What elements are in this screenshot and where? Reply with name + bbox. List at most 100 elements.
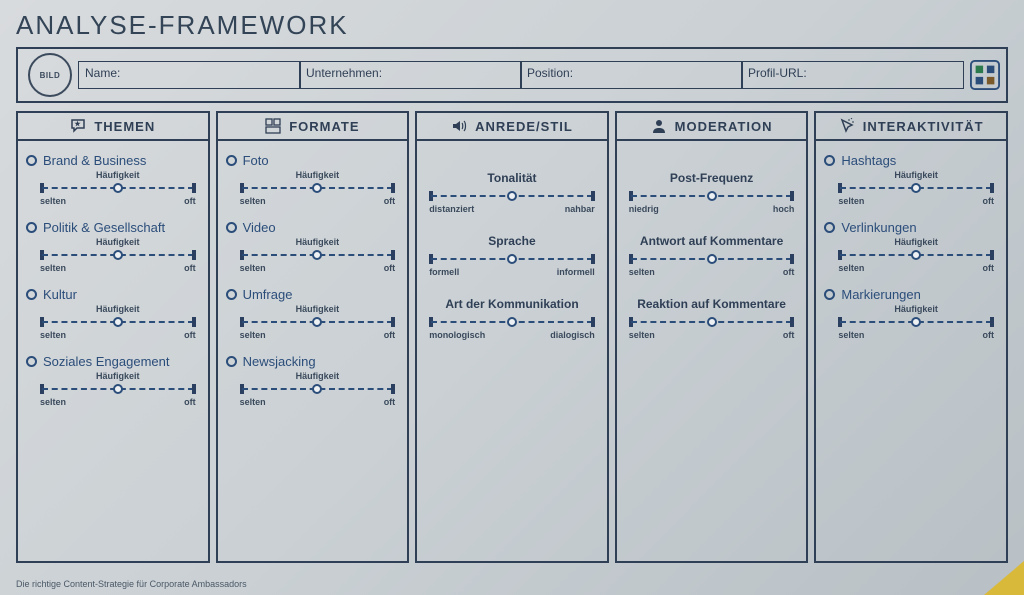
slider-track[interactable] bbox=[240, 248, 396, 262]
radio-icon[interactable] bbox=[26, 289, 37, 300]
slider-track[interactable] bbox=[40, 315, 196, 329]
slider-right-label: oft bbox=[982, 196, 994, 206]
slider-track[interactable] bbox=[629, 315, 795, 329]
radio-icon[interactable] bbox=[26, 356, 37, 367]
column-body: Brand & Business Häufigkeit selten oft bbox=[18, 141, 208, 561]
slider-tonalit-t[interactable]: distanziert nahbar bbox=[425, 189, 599, 214]
item-title: Antwort auf Kommentare bbox=[625, 234, 799, 248]
slider-track[interactable] bbox=[240, 315, 396, 329]
slider-knob[interactable] bbox=[911, 250, 921, 260]
slider-knob[interactable] bbox=[312, 250, 322, 260]
radio-icon[interactable] bbox=[226, 289, 237, 300]
slider-soziales-engagement[interactable]: Häufigkeit selten oft bbox=[26, 371, 200, 407]
slider-knob[interactable] bbox=[707, 254, 717, 264]
item-label: Newsjacking bbox=[243, 354, 316, 369]
slider-hashtags[interactable]: Häufigkeit selten oft bbox=[824, 170, 998, 206]
slider-knob[interactable] bbox=[312, 183, 322, 193]
slider-antwort-auf-kommentare[interactable]: selten oft bbox=[625, 252, 799, 277]
slider-knob[interactable] bbox=[707, 317, 717, 327]
slider-left-label: selten bbox=[629, 267, 655, 277]
slider-knob[interactable] bbox=[113, 250, 123, 260]
slider-left-label: selten bbox=[40, 397, 66, 407]
slider-sprache[interactable]: formell informell bbox=[425, 252, 599, 277]
slider-knob[interactable] bbox=[707, 191, 717, 201]
slider-foto[interactable]: Häufigkeit selten oft bbox=[226, 170, 400, 206]
slider-right-label: oft bbox=[783, 267, 795, 277]
slider-track[interactable] bbox=[629, 189, 795, 203]
position-field[interactable]: Position: bbox=[520, 61, 743, 89]
slider-track[interactable] bbox=[429, 189, 595, 203]
item-sprache: Sprache formell informell bbox=[425, 234, 599, 277]
slider-knob[interactable] bbox=[113, 317, 123, 327]
item-title: Tonalität bbox=[425, 171, 599, 185]
slider-art-der-kommunikation[interactable]: monologisch dialogisch bbox=[425, 315, 599, 340]
slider-knob[interactable] bbox=[507, 191, 517, 201]
slider-left-label: selten bbox=[838, 330, 864, 340]
slider-post-frequenz[interactable]: niedrig hoch bbox=[625, 189, 799, 214]
slider-caption: Häufigkeit bbox=[240, 304, 396, 314]
slider-newsjacking[interactable]: Häufigkeit selten oft bbox=[226, 371, 400, 407]
slider-track[interactable] bbox=[838, 315, 994, 329]
slider-knob[interactable] bbox=[911, 183, 921, 193]
column-title: ANREDE/STIL bbox=[475, 119, 573, 134]
company-field[interactable]: Unternehmen: bbox=[299, 61, 522, 89]
slider-caption: Häufigkeit bbox=[40, 170, 196, 180]
slider-track[interactable] bbox=[429, 252, 595, 266]
radio-icon[interactable] bbox=[226, 356, 237, 367]
item-antwort-auf-kommentare: Antwort auf Kommentare selten oft bbox=[625, 234, 799, 277]
slider-kultur[interactable]: Häufigkeit selten oft bbox=[26, 304, 200, 340]
slider-knob[interactable] bbox=[113, 183, 123, 193]
slider-track[interactable] bbox=[40, 248, 196, 262]
slider-knob[interactable] bbox=[113, 384, 123, 394]
slider-left-label: niedrig bbox=[629, 204, 659, 214]
radio-icon[interactable] bbox=[26, 155, 37, 166]
slider-right-label: dialogisch bbox=[550, 330, 595, 340]
slider-knob[interactable] bbox=[507, 254, 517, 264]
slider-right-label: oft bbox=[384, 263, 396, 273]
item-kultur: Kultur Häufigkeit selten oft bbox=[26, 287, 200, 340]
slider-caption: Häufigkeit bbox=[838, 304, 994, 314]
slider-track[interactable] bbox=[838, 248, 994, 262]
slider-track[interactable] bbox=[40, 181, 196, 195]
column-header: ★ THEMEN bbox=[18, 113, 208, 141]
slider-left-label: monologisch bbox=[429, 330, 485, 340]
profile-url-field[interactable]: Profil-URL: bbox=[741, 61, 964, 89]
slider-knob[interactable] bbox=[312, 384, 322, 394]
svg-text:★: ★ bbox=[75, 120, 82, 128]
slider-right-label: oft bbox=[384, 196, 396, 206]
slider-track[interactable] bbox=[838, 181, 994, 195]
item-label: Video bbox=[243, 220, 276, 235]
slider-left-label: selten bbox=[240, 196, 266, 206]
name-field[interactable]: Name: bbox=[78, 61, 301, 89]
radio-icon[interactable] bbox=[824, 155, 835, 166]
slider-right-label: oft bbox=[184, 196, 196, 206]
radio-icon[interactable] bbox=[226, 155, 237, 166]
slider-track[interactable] bbox=[240, 382, 396, 396]
radio-icon[interactable] bbox=[824, 289, 835, 300]
slider-track[interactable] bbox=[240, 181, 396, 195]
slider-reaktion-auf-kommentare[interactable]: selten oft bbox=[625, 315, 799, 340]
slider-video[interactable]: Häufigkeit selten oft bbox=[226, 237, 400, 273]
slider-markierungen[interactable]: Häufigkeit selten oft bbox=[824, 304, 998, 340]
slider-track[interactable] bbox=[40, 382, 196, 396]
item-reaktion-auf-kommentare: Reaktion auf Kommentare selten oft bbox=[625, 297, 799, 340]
radio-icon[interactable] bbox=[824, 222, 835, 233]
item-label: Verlinkungen bbox=[841, 220, 916, 235]
slider-politik-gesellschaft[interactable]: Häufigkeit selten oft bbox=[26, 237, 200, 273]
slider-umfrage[interactable]: Häufigkeit selten oft bbox=[226, 304, 400, 340]
slider-track[interactable] bbox=[429, 315, 595, 329]
slider-knob[interactable] bbox=[507, 317, 517, 327]
slider-verlinkungen[interactable]: Häufigkeit selten oft bbox=[824, 237, 998, 273]
slider-brand-business[interactable]: Häufigkeit selten oft bbox=[26, 170, 200, 206]
radio-icon[interactable] bbox=[26, 222, 37, 233]
item-hashtags: Hashtags Häufigkeit selten oft bbox=[824, 153, 998, 206]
radio-icon[interactable] bbox=[226, 222, 237, 233]
slider-knob[interactable] bbox=[312, 317, 322, 327]
slider-left-label: distanziert bbox=[429, 204, 474, 214]
slider-caption: Häufigkeit bbox=[240, 170, 396, 180]
footer-text: Die richtige Content-Strategie für Corpo… bbox=[16, 579, 247, 589]
slider-track[interactable] bbox=[629, 252, 795, 266]
column-title: INTERAKTIVITÄT bbox=[863, 119, 984, 134]
slider-knob[interactable] bbox=[911, 317, 921, 327]
page-title: ANALYSE-FRAMEWORK bbox=[16, 10, 1008, 41]
